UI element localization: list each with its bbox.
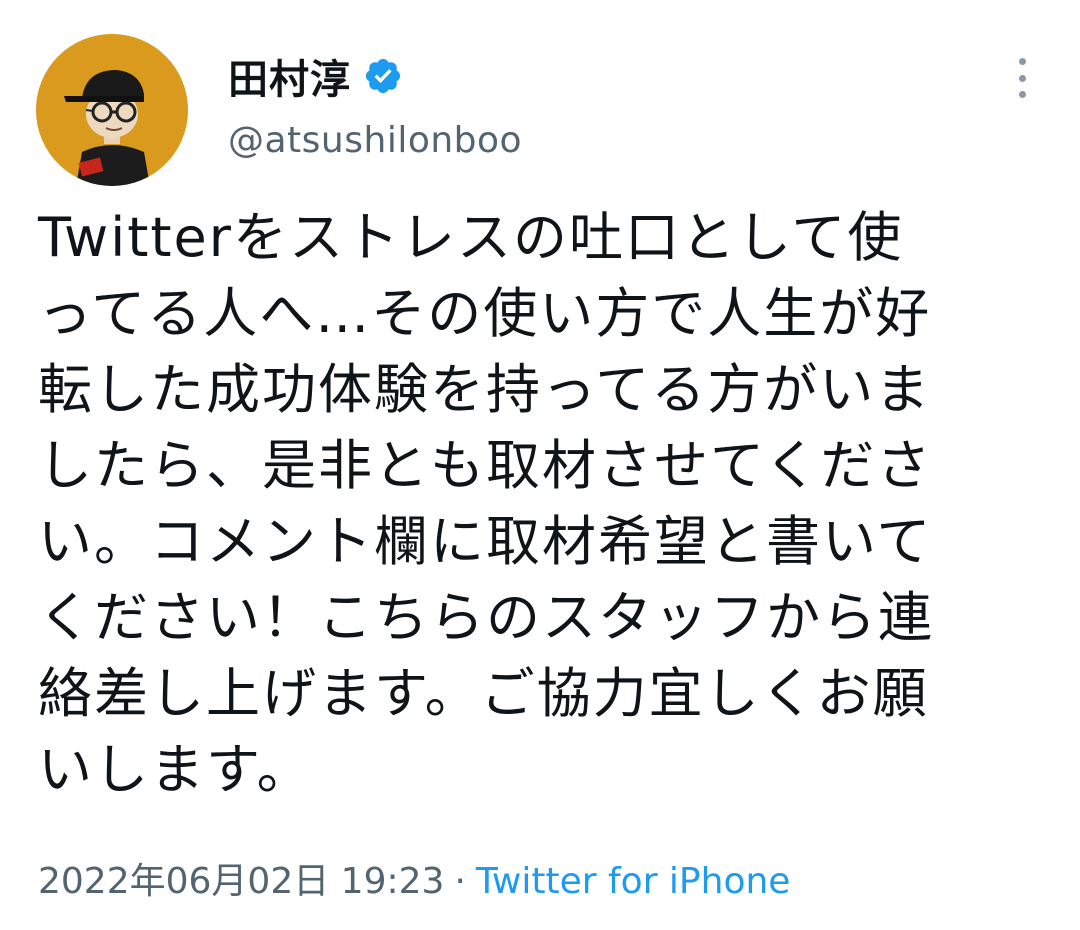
avatar[interactable] (36, 34, 188, 186)
more-options-icon-dot (1018, 74, 1026, 82)
verified-badge-icon (363, 56, 403, 96)
author-handle[interactable]: @atsushilonboo (228, 120, 522, 161)
tweet-card: 田村淳 @atsushilonboo Twitterをストレスの吐口として使 っ… (0, 0, 1080, 930)
author-block: 田村淳 @atsushilonboo (228, 48, 522, 161)
tweet-text-line: 転した成功体験を持ってる方がいま (38, 358, 932, 421)
tweet-text: Twitterをストレスの吐口として使 ってる人へ…その使い方で人生が好 転した… (38, 200, 1048, 808)
tweet-text-line: ってる人へ…その使い方で人生が好 (38, 282, 932, 345)
author-display-name[interactable]: 田村淳 (228, 47, 351, 105)
tweet-timestamp[interactable]: 2022年06月02日 19:23 (38, 861, 444, 902)
tweet-text-line: Twitterをストレスの吐口として使 (38, 206, 904, 269)
tweet-text-line: いします。 (38, 738, 313, 801)
tweet-text-line: したら、是非とも取材させてくださ (38, 434, 933, 497)
author-name-row: 田村淳 (228, 48, 522, 104)
tweet-text-line: い。コメント欄に取材希望と書いて (38, 510, 933, 573)
tweet-source-link[interactable]: Twitter for iPhone (476, 861, 791, 902)
tweet-meta: 2022年06月02日 19:23 · Twitter for iPhone (38, 852, 790, 904)
tweet-text-line: 絡差し上げます。ご協力宜しくお願 (38, 662, 929, 725)
more-options-icon (1018, 58, 1026, 65)
tweet-text-line: ください！こちらのスタッフから連 (38, 586, 934, 649)
more-options-button[interactable] (1008, 58, 1036, 98)
more-options-icon-dot (1018, 91, 1026, 98)
avatar-illustration (36, 34, 188, 186)
meta-separator: · (454, 861, 466, 902)
